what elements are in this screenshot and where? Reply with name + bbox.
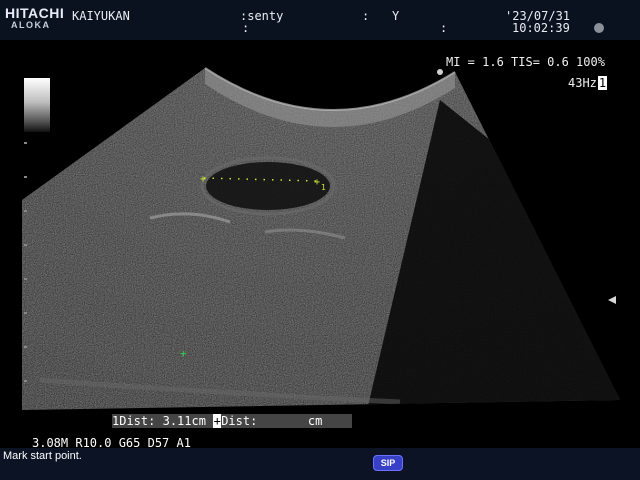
depth-tick bbox=[24, 210, 27, 212]
frame-rate-readout: 43Hz 1 bbox=[568, 76, 608, 90]
grayscale-bar bbox=[24, 78, 50, 132]
hospital-name: KAIYUKAN bbox=[72, 9, 130, 23]
header-separator: : bbox=[362, 9, 370, 23]
depth-tick bbox=[24, 278, 27, 280]
frame-rate-value: 43Hz bbox=[568, 76, 597, 90]
dist1-value: 3.11cm bbox=[162, 414, 206, 428]
depth-tick bbox=[24, 312, 27, 314]
depth-tick bbox=[24, 176, 27, 178]
placement-cursor-icon[interactable]: + bbox=[180, 347, 187, 360]
depth-tick bbox=[24, 380, 27, 382]
caliper-end-icon[interactable]: + bbox=[314, 177, 320, 188]
dist2-label: Dist: bbox=[221, 414, 258, 428]
header-bar: HITACHI ALOKA KAIYUKAN :senty : Y : : '2… bbox=[0, 0, 640, 40]
dist1-label: 1Dist: bbox=[112, 414, 156, 428]
active-caliper-icon: + bbox=[213, 414, 222, 428]
depth-tick bbox=[24, 142, 27, 144]
measurement-readout: 1Dist: 3.11cm +Dist: cm bbox=[112, 414, 352, 428]
mi-tis-readout: MI = 1.6 TIS= 0.6 100% bbox=[446, 55, 605, 69]
patient-sex: Y bbox=[392, 9, 400, 23]
status-message: Mark start point. bbox=[3, 450, 82, 462]
brand-logo: HITACHI ALOKA bbox=[5, 6, 64, 31]
orientation-marker-icon bbox=[437, 69, 443, 75]
caliper-start-icon[interactable]: + bbox=[200, 174, 206, 185]
brand-name: HITACHI bbox=[5, 5, 65, 21]
exam-time: 10:02:39 bbox=[512, 21, 570, 35]
depth-tick bbox=[24, 244, 27, 246]
ultrasound-image[interactable]: + + 1 + bbox=[0, 40, 640, 440]
frame-number-box: 1 bbox=[597, 76, 608, 90]
dist2-unit: cm bbox=[307, 414, 323, 428]
scan-sector bbox=[22, 68, 620, 410]
sip-button[interactable]: SIP bbox=[373, 455, 403, 471]
status-indicator-icon bbox=[594, 23, 604, 33]
caliper-index-label: 1 bbox=[321, 183, 326, 192]
focus-marker-icon[interactable] bbox=[608, 296, 616, 304]
brand-sub-name: ALOKA bbox=[11, 20, 51, 30]
header-separator-row2-mid: : bbox=[440, 21, 448, 35]
depth-tick bbox=[24, 346, 27, 348]
header-separator-row2: : bbox=[242, 21, 250, 35]
status-bar: Mark start point. SIP bbox=[0, 448, 640, 480]
